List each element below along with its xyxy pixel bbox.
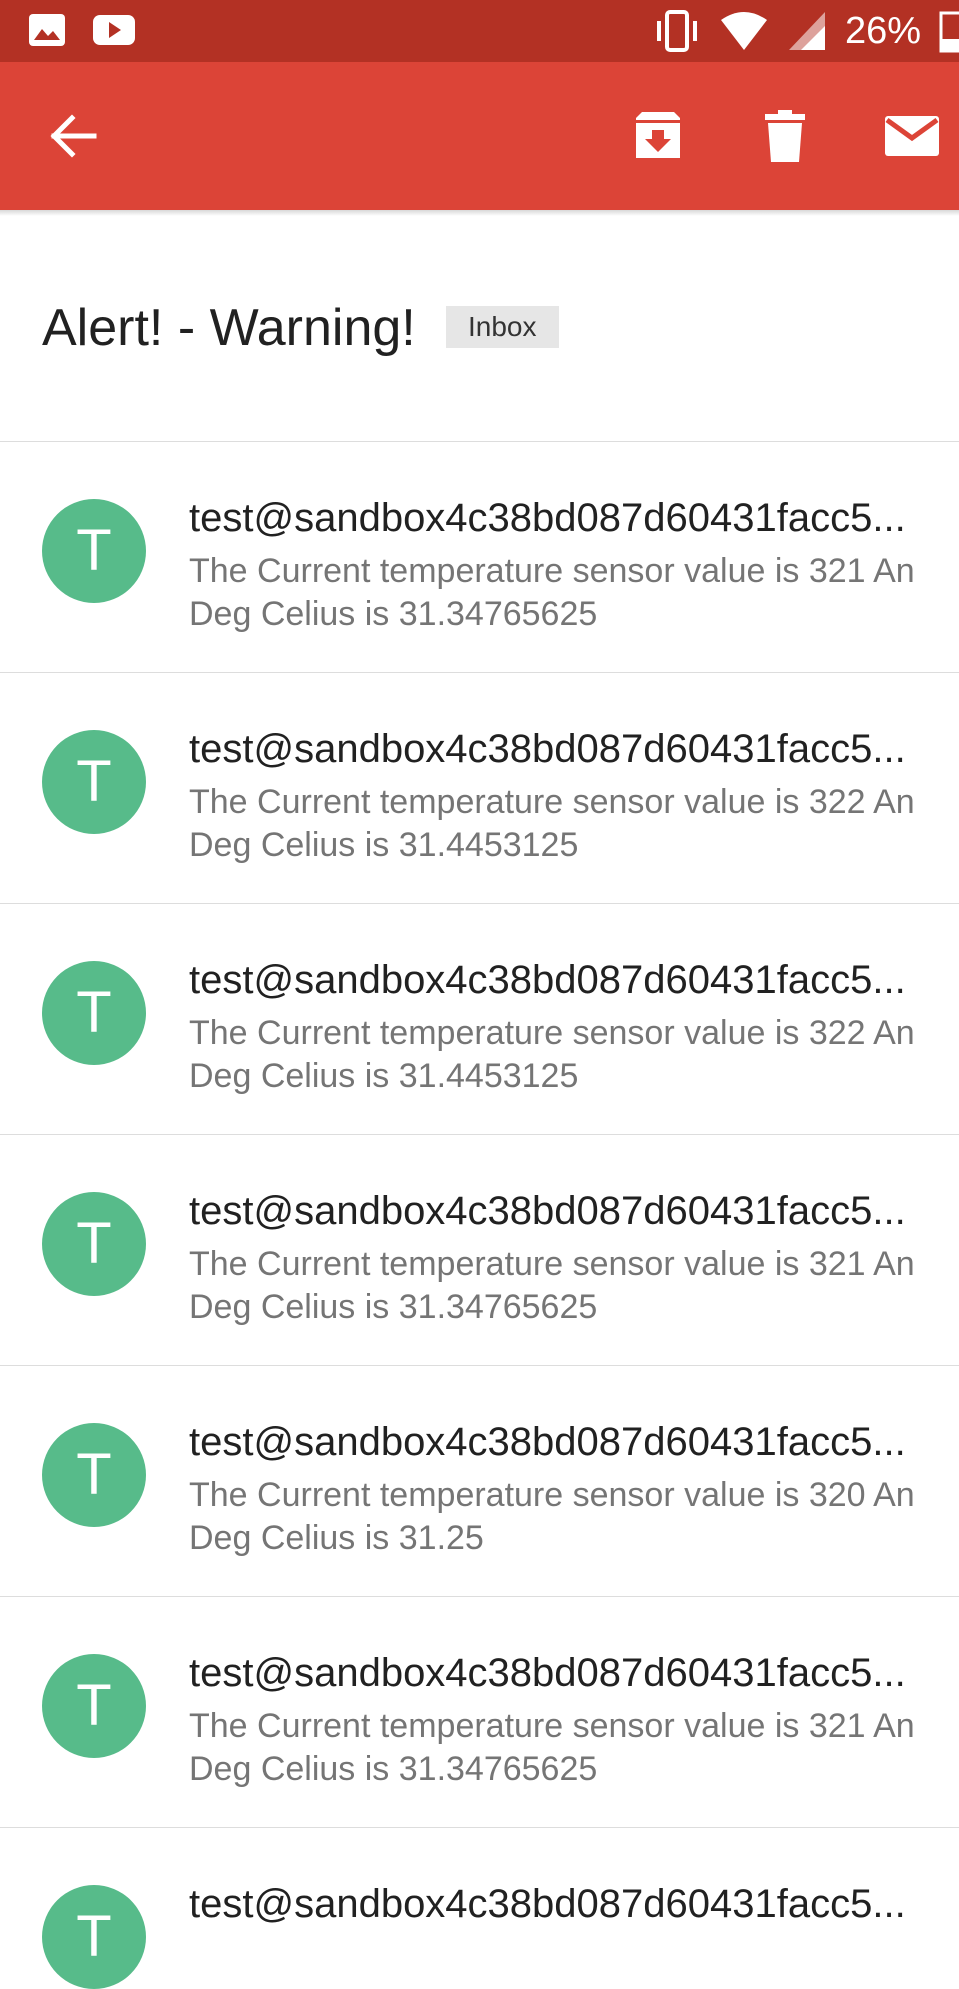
archive-icon[interactable] (630, 108, 686, 164)
message-item[interactable]: T test@sandbox4c38bd087d60431facc5... Th… (0, 904, 959, 1135)
snippet-line-2: Deg Celius is 31.4453125 (189, 826, 579, 864)
message-item[interactable]: T test@sandbox4c38bd087d60431facc5... Th… (0, 1366, 959, 1597)
sender-avatar[interactable]: T (42, 1885, 146, 1989)
message-snippet: The Current temperature sensor value is … (189, 550, 959, 636)
app-bar (0, 62, 959, 210)
sender-address: test@sandbox4c38bd087d60431facc5... (189, 727, 906, 771)
delete-icon[interactable] (757, 108, 813, 164)
snippet-line-1: The Current temperature sensor value is … (189, 1014, 915, 1052)
message-item[interactable]: T test@sandbox4c38bd087d60431facc5... Th… (0, 442, 959, 673)
snippet-line-2: Deg Celius is 31.25 (189, 1519, 484, 1557)
thread-header: Alert! - Warning! Inbox (0, 216, 959, 442)
youtube-icon (93, 15, 135, 45)
status-bar: 26% (0, 0, 959, 62)
snippet-line-1: The Current temperature sensor value is … (189, 1245, 915, 1283)
message-item[interactable]: T test@sandbox4c38bd087d60431facc5... Th… (0, 673, 959, 904)
sender-avatar[interactable]: T (42, 499, 146, 603)
message-item[interactable]: T test@sandbox4c38bd087d60431facc5... Th… (0, 1135, 959, 1366)
vibrate-icon (656, 10, 697, 52)
snippet-line-1: The Current temperature sensor value is … (189, 783, 915, 821)
snippet-line-2: Deg Celius is 31.34765625 (189, 1288, 598, 1326)
sender-address: test@sandbox4c38bd087d60431facc5... (189, 958, 906, 1002)
message-item[interactable]: T test@sandbox4c38bd087d60431facc5... (0, 1828, 959, 1989)
message-snippet: The Current temperature sensor value is … (189, 1474, 959, 1560)
message-item[interactable]: T test@sandbox4c38bd087d60431facc5... Th… (0, 1597, 959, 1828)
thread-subject: Alert! - Warning! (42, 299, 416, 357)
sender-address: test@sandbox4c38bd087d60431facc5... (189, 496, 906, 540)
cell-signal-icon (788, 12, 825, 50)
sender-avatar[interactable]: T (42, 961, 146, 1065)
message-snippet: The Current temperature sensor value is … (189, 1243, 959, 1329)
mark-unread-icon[interactable] (883, 108, 941, 164)
inbox-label-chip[interactable]: Inbox (446, 306, 559, 348)
snippet-line-2: Deg Celius is 31.34765625 (189, 1750, 598, 1788)
message-snippet: The Current temperature sensor value is … (189, 1012, 959, 1098)
wifi-icon (720, 12, 767, 50)
battery-percent: 26% (844, 10, 921, 52)
sender-address: test@sandbox4c38bd087d60431facc5... (189, 1189, 906, 1233)
sender-address: test@sandbox4c38bd087d60431facc5... (189, 1651, 906, 1695)
snippet-line-1: The Current temperature sensor value is … (189, 1476, 915, 1514)
sender-avatar[interactable]: T (42, 1423, 146, 1527)
sender-address: test@sandbox4c38bd087d60431facc5... (189, 1420, 906, 1464)
snippet-line-2: Deg Celius is 31.34765625 (189, 595, 598, 633)
sender-avatar[interactable]: T (42, 730, 146, 834)
gallery-icon (29, 14, 65, 46)
battery-icon (939, 11, 959, 53)
snippet-line-2: Deg Celius is 31.4453125 (189, 1057, 579, 1095)
snippet-line-1: The Current temperature sensor value is … (189, 1707, 915, 1745)
message-snippet: The Current temperature sensor value is … (189, 781, 959, 867)
sender-avatar[interactable]: T (42, 1654, 146, 1758)
sender-avatar[interactable]: T (42, 1192, 146, 1296)
message-snippet: The Current temperature sensor value is … (189, 1705, 959, 1791)
back-arrow-icon[interactable] (46, 110, 98, 162)
snippet-line-1: The Current temperature sensor value is … (189, 552, 915, 590)
sender-address: test@sandbox4c38bd087d60431facc5... (189, 1882, 906, 1926)
